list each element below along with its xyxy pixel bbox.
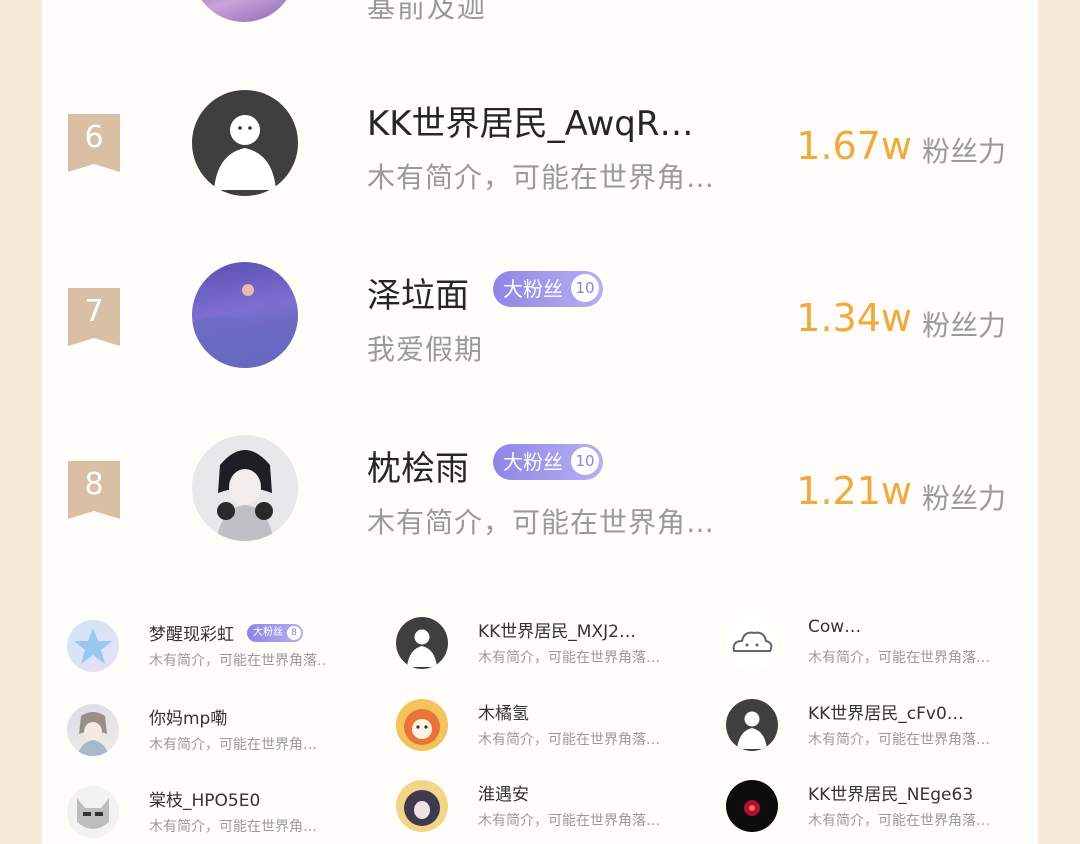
avatar[interactable] (192, 0, 296, 22)
badge-label: 大粉丝 (503, 277, 563, 301)
rank-number: 6 (84, 120, 104, 155)
badge-label: 大粉丝 (503, 450, 563, 474)
rank-badge: 8 (68, 461, 120, 519)
user-name[interactable]: 你妈mp嘞 (149, 704, 227, 729)
user-bio: 木有简介，可能在世界角落.. (149, 653, 326, 669)
avatar[interactable] (726, 780, 778, 832)
list-item[interactable]: 6 KK世界居民_AwqR… 木有简介，可能在世界角… 1.67w 粉丝力 (42, 70, 1038, 220)
fan-power-label: 粉丝力 (922, 135, 1007, 168)
badge-level: 8 (287, 626, 301, 640)
grid-user-item[interactable]: 棠枝_HPO5E0 木有简介，可能在世界角… (67, 786, 397, 844)
user-bio: 木有简介，可能在世界角… (149, 819, 317, 835)
user-name[interactable]: 泽垃面 (367, 268, 469, 317)
user-bio: 木有简介，可能在世界角… (367, 506, 716, 539)
avatar[interactable] (396, 617, 448, 669)
badge-level: 10 (571, 447, 599, 475)
user-bio: 木有简介，可能在世界角落… (808, 732, 990, 748)
rank-number: 7 (84, 294, 104, 329)
user-bio: 基前及迦 (367, 0, 488, 24)
avatar[interactable] (67, 786, 119, 838)
badge-level: 10 (571, 274, 599, 302)
user-bio: 木有简介，可能在世界角落… (478, 650, 660, 666)
big-fan-badge: 大粉丝 10 (493, 271, 603, 307)
fan-power-score: 1.34w (796, 296, 912, 340)
user-bio: 木有简介，可能在世界角… (367, 161, 716, 194)
user-name[interactable]: 木橘氢 (478, 699, 529, 724)
avatar[interactable] (726, 617, 778, 669)
user-name[interactable]: KK世界居民_MXJ2… (478, 617, 636, 642)
ranking-panel: 基前及迦 6 KK世界居民_AwqR… 木有简介，可能在世界角… 1.67w 粉… (42, 0, 1038, 844)
user-name[interactable]: 棠枝_HPO5E0 (149, 786, 260, 811)
grid-user-item[interactable]: Cow… 木有简介，可能在世界角落… (726, 617, 1038, 677)
grid-user-item[interactable]: 淮遇安 木有简介，可能在世界角落… (396, 780, 726, 840)
user-bio: 我爱假期 (367, 333, 484, 366)
fan-power-score: 1.21w (796, 469, 912, 513)
fan-power-label: 粉丝力 (922, 482, 1007, 515)
avatar[interactable] (192, 90, 298, 196)
rank-badge: 6 (68, 114, 120, 172)
user-name[interactable]: 淮遇安 (478, 780, 529, 805)
user-bio: 木有简介，可能在世界角落… (478, 732, 660, 748)
user-name[interactable]: KK世界居民_AwqR… (367, 96, 694, 145)
user-name[interactable]: KK世界居民_cFv0… (808, 699, 964, 724)
user-bio: 木有简介，可能在世界角落… (808, 813, 990, 829)
rank-number: 8 (84, 467, 104, 502)
user-name[interactable]: Cow… (808, 617, 861, 637)
user-name[interactable]: 梦醒现彩虹 (149, 620, 234, 645)
avatar[interactable] (396, 699, 448, 751)
grid-user-item[interactable]: 梦醒现彩虹 大粉丝 8 木有简介，可能在世界角落.. (67, 620, 397, 680)
avatar[interactable] (67, 704, 119, 756)
user-name[interactable]: KK世界居民_NEge63 (808, 780, 973, 805)
user-bio: 木有简介，可能在世界角落… (808, 650, 990, 666)
fan-power-score: 1.67w (796, 124, 912, 168)
rank-badge: 7 (68, 288, 120, 346)
list-item[interactable]: 8 枕桧雨 大粉丝 10 木有简介，可能在世界角… 1.21w 粉丝力 (42, 417, 1038, 567)
avatar[interactable] (67, 620, 119, 672)
user-bio: 木有简介，可能在世界角落… (478, 813, 660, 829)
badge-label: 大粉丝 (253, 627, 283, 638)
big-fan-badge: 大粉丝 10 (493, 444, 603, 480)
big-fan-badge: 大粉丝 8 (247, 624, 303, 642)
avatar[interactable] (192, 435, 298, 541)
avatar[interactable] (396, 780, 448, 832)
grid-user-item[interactable]: 你妈mp嘞 木有简介，可能在世界角… (67, 704, 397, 764)
grid-user-item[interactable]: KK世界居民_MXJ2… 木有简介，可能在世界角落… (396, 617, 726, 677)
fan-power-label: 粉丝力 (922, 309, 1007, 342)
avatar[interactable] (192, 262, 298, 368)
list-item[interactable]: 7 泽垃面 大粉丝 10 我爱假期 1.34w 粉丝力 (42, 244, 1038, 394)
grid-user-item[interactable]: KK世界居民_NEge63 木有简介，可能在世界角落… (726, 780, 1038, 840)
avatar[interactable] (726, 699, 778, 751)
grid-user-item[interactable]: KK世界居民_cFv0… 木有简介，可能在世界角落… (726, 699, 1038, 759)
user-bio: 木有简介，可能在世界角… (149, 737, 317, 753)
user-name[interactable]: 枕桧雨 (367, 441, 469, 490)
grid-user-item[interactable]: 木橘氢 木有简介，可能在世界角落… (396, 699, 726, 759)
